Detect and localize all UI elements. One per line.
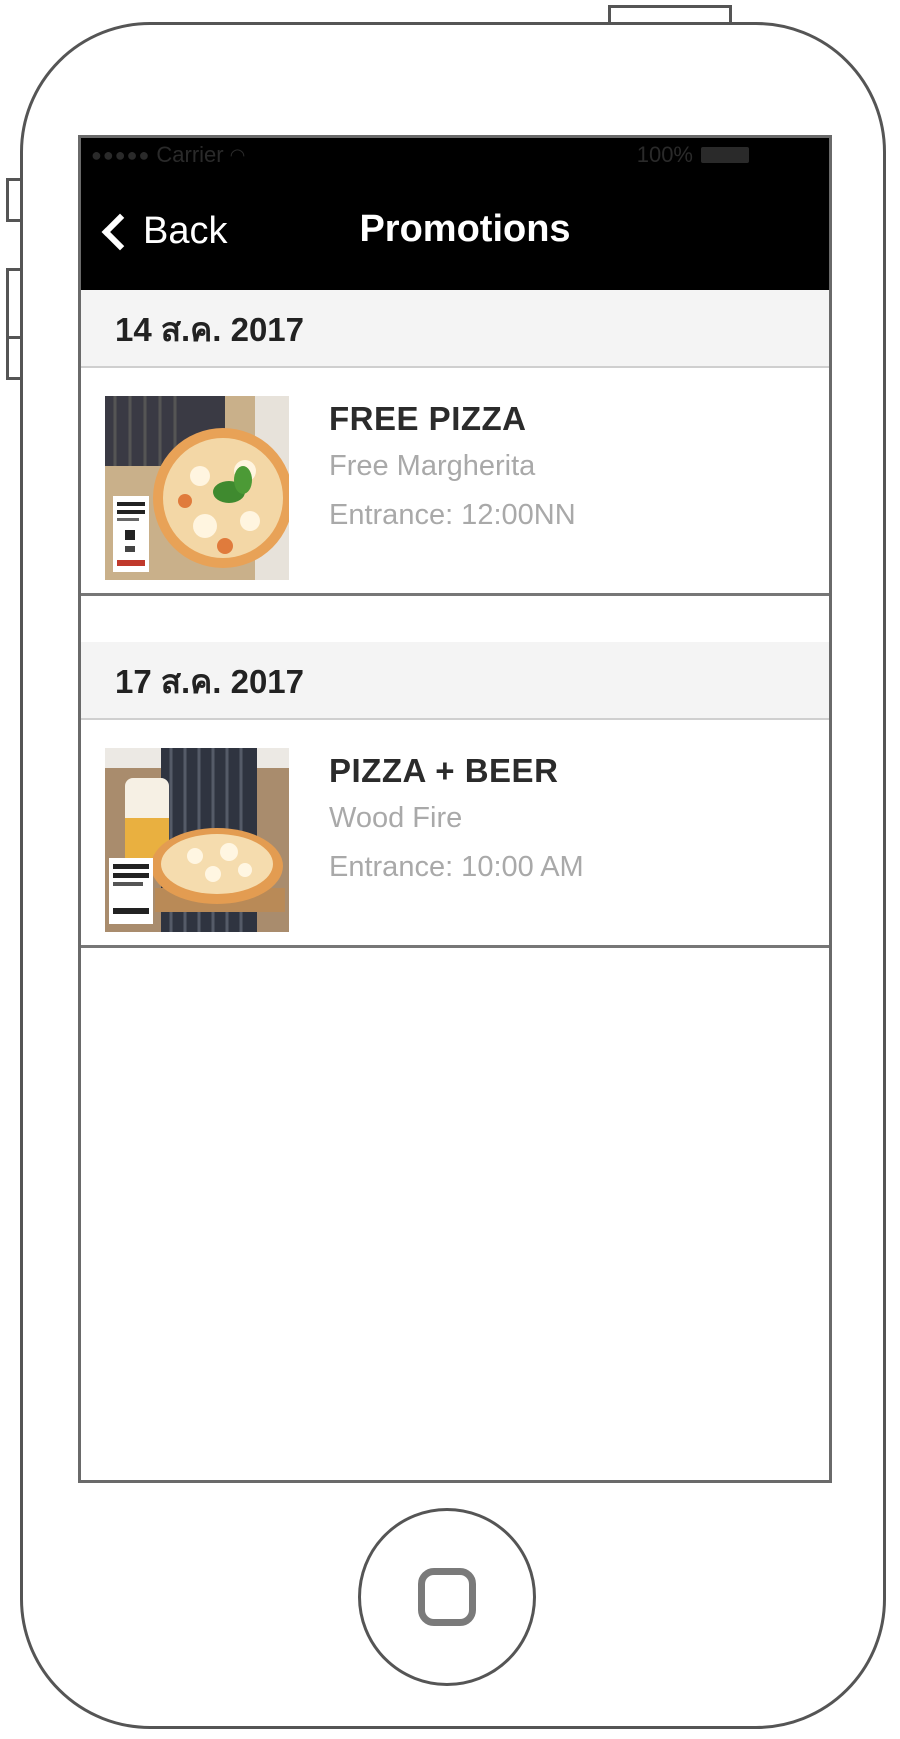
battery-percent: 100% [636, 142, 693, 167]
home-button[interactable] [358, 1508, 536, 1686]
battery-icon [701, 147, 749, 163]
pizza-beer-thumbnail [105, 748, 289, 932]
promotion-text: PIZZA + BEER Wood Fire Entrance: 10:00 A… [329, 752, 584, 884]
promotion-row-pizza-beer[interactable]: PIZZA + BEER Wood Fire Entrance: 10:00 A… [81, 720, 829, 948]
promotion-section: 17 ส.ค. 2017 PIZZA + BEER Wood Fire Entr… [81, 642, 829, 948]
section-date-header: 17 ส.ค. 2017 [81, 642, 829, 720]
status-left: ●●●●● Carrier ◠ [91, 142, 245, 168]
status-right: 100% [637, 142, 749, 168]
promotion-text: FREE PIZZA Free Margherita Entrance: 12:… [329, 400, 576, 532]
page-title: Promotions [359, 208, 571, 250]
promotion-entrance-time: Entrance: 12:00NN [329, 499, 576, 531]
promotions-list: 14 ส.ค. 2017 FREE PIZZA Free Margherita … [81, 290, 829, 948]
section-date-header: 14 ส.ค. 2017 [81, 290, 829, 368]
promotion-entrance-time: Entrance: 10:00 AM [329, 851, 584, 883]
promotion-section: 14 ส.ค. 2017 FREE PIZZA Free Margherita … [81, 290, 829, 596]
promotion-subtitle: Wood Fire [329, 802, 463, 834]
promotion-row-free-pizza[interactable]: FREE PIZZA Free Margherita Entrance: 12:… [81, 368, 829, 596]
wifi-icon: ◠ [229, 144, 246, 165]
signal-dots-icon: ●●●●● [91, 144, 151, 165]
promotion-title: FREE PIZZA [329, 400, 527, 437]
carrier-label: Carrier [156, 142, 224, 167]
phone-screen: ●●●●● Carrier ◠ 100% Back Promotions 14 … [78, 135, 832, 1483]
home-square-icon [418, 1568, 476, 1626]
navigation-bar: Back Promotions [81, 170, 829, 290]
promotion-subtitle: Free Margherita [329, 450, 536, 482]
pizza-margherita-thumbnail [105, 396, 289, 580]
promotion-title: PIZZA + BEER [329, 752, 559, 789]
status-bar: ●●●●● Carrier ◠ 100% [81, 138, 829, 170]
